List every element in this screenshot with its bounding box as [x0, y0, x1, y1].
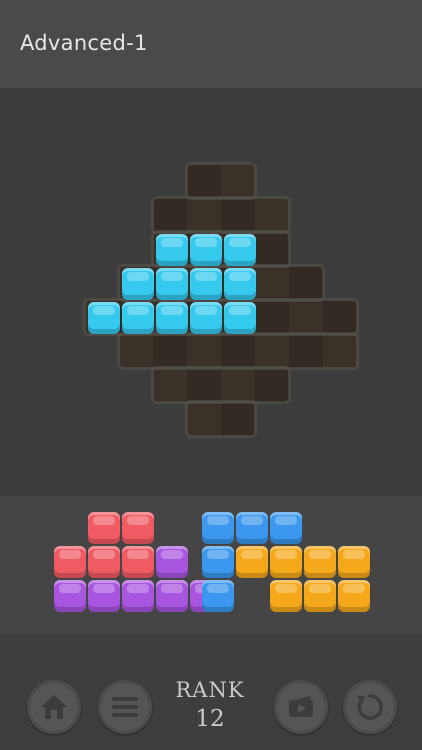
home-icon: [39, 693, 69, 721]
board-cell[interactable]: [255, 334, 289, 368]
placed-block[interactable]: [88, 302, 120, 334]
tray-block[interactable]: [54, 546, 86, 578]
board-cell[interactable]: [255, 300, 289, 334]
tray-block[interactable]: [202, 580, 234, 612]
board-cell[interactable]: [221, 368, 255, 402]
placed-block[interactable]: [122, 268, 154, 300]
placed-block[interactable]: [156, 268, 188, 300]
tray-block[interactable]: [122, 546, 154, 578]
board-cell[interactable]: [153, 198, 187, 232]
placed-block[interactable]: [190, 268, 222, 300]
home-button[interactable]: [27, 680, 81, 734]
board-cell[interactable]: [255, 266, 289, 300]
board-cell[interactable]: [289, 300, 323, 334]
menu-button[interactable]: [98, 680, 152, 734]
board-cell[interactable]: [221, 164, 255, 198]
tray-block[interactable]: [270, 546, 302, 578]
tray-block[interactable]: [270, 512, 302, 544]
video-button[interactable]: [274, 680, 328, 734]
tray-block[interactable]: [202, 512, 234, 544]
restart-icon: [354, 691, 386, 723]
board-cell[interactable]: [221, 334, 255, 368]
rank-value: 12: [195, 706, 225, 732]
placed-block[interactable]: [224, 268, 256, 300]
board-cell[interactable]: [119, 334, 153, 368]
placed-block[interactable]: [224, 302, 256, 334]
placed-block[interactable]: [156, 302, 188, 334]
board-cell[interactable]: [255, 368, 289, 402]
tray-block[interactable]: [304, 580, 336, 612]
placed-block[interactable]: [122, 302, 154, 334]
board-cell[interactable]: [255, 232, 289, 266]
board-cell[interactable]: [153, 334, 187, 368]
tray-block[interactable]: [88, 546, 120, 578]
board-cell[interactable]: [187, 368, 221, 402]
board-cell[interactable]: [255, 198, 289, 232]
placed-block[interactable]: [156, 234, 188, 266]
tray-block[interactable]: [122, 580, 154, 612]
tray-block[interactable]: [88, 512, 120, 544]
tray-block[interactable]: [236, 512, 268, 544]
placed-block[interactable]: [224, 234, 256, 266]
video-icon: [286, 694, 316, 720]
placed-block[interactable]: [190, 302, 222, 334]
board-cell[interactable]: [221, 402, 255, 436]
board-cell[interactable]: [221, 198, 255, 232]
tray-block[interactable]: [122, 512, 154, 544]
tray-block[interactable]: [236, 546, 268, 578]
tray-block[interactable]: [270, 580, 302, 612]
placed-block[interactable]: [190, 234, 222, 266]
tray-block[interactable]: [88, 580, 120, 612]
board-cell[interactable]: [289, 266, 323, 300]
board-cell[interactable]: [187, 334, 221, 368]
board-cell[interactable]: [323, 334, 357, 368]
level-title: Advanced-1: [20, 31, 148, 55]
menu-icon: [111, 695, 139, 719]
rank-label: RANK: [175, 678, 245, 702]
tray-block[interactable]: [338, 546, 370, 578]
rank-display: RANK 12: [165, 678, 255, 732]
tray-block[interactable]: [54, 580, 86, 612]
board-cell[interactable]: [153, 368, 187, 402]
tray-block[interactable]: [156, 580, 188, 612]
restart-button[interactable]: [343, 680, 397, 734]
tray-block[interactable]: [338, 580, 370, 612]
board-cell[interactable]: [323, 300, 357, 334]
board-cell[interactable]: [187, 402, 221, 436]
board-cell[interactable]: [187, 198, 221, 232]
tray-block[interactable]: [202, 546, 234, 578]
header-bar: Advanced-1: [0, 0, 422, 88]
tray-block[interactable]: [304, 546, 336, 578]
board-cell[interactable]: [289, 334, 323, 368]
tray-block[interactable]: [156, 546, 188, 578]
board-cell[interactable]: [187, 164, 221, 198]
bottom-toolbar: RANK 12: [0, 634, 422, 750]
